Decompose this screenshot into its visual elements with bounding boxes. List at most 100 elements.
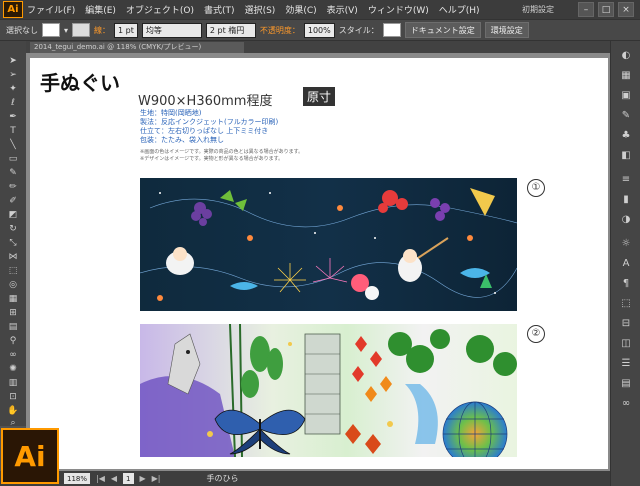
last-artboard-icon[interactable]: ▶| <box>152 474 161 483</box>
eyedropper-tool-icon[interactable]: ⚲ <box>6 335 20 347</box>
note-line: ※デザインはイメージです。実物と形が異なる場合があります。 <box>140 156 284 162</box>
eraser-tool-icon[interactable]: ◩ <box>6 209 20 221</box>
scale-tool-icon[interactable]: ⤡ <box>6 237 20 249</box>
line-tool-icon[interactable]: ╲ <box>6 139 20 151</box>
gradient-tool-icon[interactable]: ▤ <box>6 321 20 333</box>
tenugui-design-1-image[interactable] <box>140 178 517 311</box>
menu-type[interactable]: 書式(T) <box>204 3 235 16</box>
stroke-weight-select[interactable]: 1 pt <box>114 22 138 38</box>
symbols-icon[interactable]: ♣ <box>619 129 633 143</box>
first-artboard-icon[interactable]: |◀ <box>96 474 105 483</box>
rotate-tool-icon[interactable]: ↻ <box>6 223 20 235</box>
blend-tool-icon[interactable]: ∞ <box>6 349 20 361</box>
brushes-icon[interactable]: ✎ <box>619 109 633 123</box>
page-title: 手ぬぐい <box>40 71 120 95</box>
selection-status: 選択なし <box>6 25 38 35</box>
type-tool-icon[interactable]: T <box>6 125 20 137</box>
rectangle-tool-icon[interactable]: ▭ <box>6 153 20 165</box>
design-number-badge: ① <box>527 179 545 197</box>
opacity-input[interactable]: 100% <box>303 22 335 38</box>
chevron-down-icon[interactable]: ▾ <box>64 26 68 35</box>
size-text: W900×H360mm程度 <box>138 94 273 109</box>
close-icon[interactable]: × <box>618 2 634 17</box>
menu-window[interactable]: ウィンドウ(W) <box>368 3 429 16</box>
menu-edit[interactable]: 編集(E) <box>85 3 116 16</box>
tools-panel: ➤ ➢ ✦ ℓ ✒ T ╲ ▭ ✎ ✏ ✐ ◩ ↻ ⤡ ⋈ ⬚ ◎ ▦ ⊞ ▤ … <box>0 41 27 428</box>
preferences-button[interactable]: 環境設定 <box>484 22 529 38</box>
maximize-icon[interactable]: □ <box>598 2 614 17</box>
menu-view[interactable]: 表示(V) <box>327 3 358 16</box>
free-transform-icon[interactable]: ⬚ <box>6 265 20 277</box>
document-tab[interactable]: 2014_tegui_demo.ai @ 118% (CMYK/プレビュー) <box>30 42 244 53</box>
menu-bar: Ai ファイル(F) 編集(E) オブジェクト(O) 書式(T) 選択(S) 効… <box>0 0 640 19</box>
transparency-icon[interactable]: ◑ <box>619 213 633 227</box>
window-controls: 初期設定 – □ × <box>522 2 634 17</box>
color-panel-icon[interactable]: ◐ <box>619 49 633 63</box>
status-bar: 118% |◀ ◀ 1 ▶ ▶| 手のひら <box>0 471 610 486</box>
selection-tool-icon[interactable]: ➤ <box>6 55 20 67</box>
style-swatch[interactable] <box>382 23 401 37</box>
swatches-icon[interactable]: ▣ <box>619 89 633 103</box>
zoom-select[interactable]: 118% <box>64 473 91 484</box>
next-artboard-icon[interactable]: ▶ <box>140 474 146 483</box>
menu-object[interactable]: オブジェクト(O) <box>126 3 194 16</box>
current-tool-status: 手のひら <box>206 474 239 483</box>
menu-effect[interactable]: 効果(C) <box>285 3 316 16</box>
spec-line: 包装：たたみ、袋入れ無し <box>140 136 224 144</box>
pathfinder-icon[interactable]: ◫ <box>619 337 633 351</box>
artboards-icon[interactable]: ▤ <box>619 377 633 391</box>
shape-builder-icon[interactable]: ◎ <box>6 279 20 291</box>
note-line: ※画面の色はイメージです。実際の商品の色とは異なる場合があります。 <box>140 149 304 155</box>
layers-icon[interactable]: ☰ <box>619 357 633 371</box>
perspective-grid-icon[interactable]: ▦ <box>6 293 20 305</box>
document-settings-button[interactable]: ドキュメント設定 <box>404 22 481 38</box>
variable-width-select[interactable]: 均等 <box>141 22 202 38</box>
document-tab-bar: 2014_tegui_demo.ai @ 118% (CMYK/プレビュー) <box>26 41 610 53</box>
lasso-tool-icon[interactable]: ℓ <box>6 97 20 109</box>
brush-select[interactable]: 2 pt 楕円 <box>205 22 256 38</box>
menu-file[interactable]: ファイル(F) <box>27 3 75 16</box>
mesh-tool-icon[interactable]: ⊞ <box>6 307 20 319</box>
hand-tool-icon[interactable]: ✋ <box>6 405 20 417</box>
artboard-tool-icon[interactable]: ⊡ <box>6 391 20 403</box>
stroke-label[interactable]: 線： <box>94 25 110 36</box>
illustrator-logo-icon: Ai <box>3 1 23 18</box>
artboard-number-input[interactable]: 1 <box>123 473 134 484</box>
stroke-swatch[interactable] <box>72 23 91 37</box>
fill-swatch[interactable] <box>42 23 60 37</box>
width-tool-icon[interactable]: ⋈ <box>6 251 20 263</box>
symbol-sprayer-icon[interactable]: ✺ <box>6 363 20 375</box>
magic-wand-icon[interactable]: ✦ <box>6 83 20 95</box>
appearance-icon[interactable]: ☼ <box>619 237 633 251</box>
artboard[interactable]: 手ぬぐい W900×H360mm程度 原寸 生地：特岡(岡晒地) 製法：反応イン… <box>30 58 608 469</box>
direct-selection-tool-icon[interactable]: ➢ <box>6 69 20 81</box>
workspace-switcher[interactable]: 初期設定 <box>522 4 554 15</box>
paintbrush-tool-icon[interactable]: ✎ <box>6 167 20 179</box>
minimize-icon[interactable]: – <box>578 2 594 17</box>
character-icon[interactable]: A <box>619 257 633 271</box>
control-panel: 選択なし ▾ 線： 1 pt 均等 2 pt 楕円 不透明度： 100% スタイ… <box>0 19 640 41</box>
menu-help[interactable]: ヘルプ(H) <box>439 3 480 16</box>
transform-icon[interactable]: ⬚ <box>619 297 633 311</box>
panel-dock: ◐ ▦ ▣ ✎ ♣ ◧ ≡ ▮ ◑ ☼ A ¶ ⬚ ⊟ ◫ ☰ ▤ ∞ <box>610 41 640 486</box>
design-number-badge: ② <box>527 325 545 343</box>
paragraph-icon[interactable]: ¶ <box>619 277 633 291</box>
color-guide-icon[interactable]: ▦ <box>619 69 633 83</box>
menu-select[interactable]: 選択(S) <box>245 3 276 16</box>
size-badge: 原寸 <box>303 87 336 106</box>
pen-tool-icon[interactable]: ✒ <box>6 111 20 123</box>
links-icon[interactable]: ∞ <box>619 397 633 411</box>
gradient-panel-icon[interactable]: ▮ <box>619 193 633 207</box>
main-menu: ファイル(F) 編集(E) オブジェクト(O) 書式(T) 選択(S) 効果(C… <box>27 3 480 16</box>
style-label: スタイル： <box>338 25 379 35</box>
illustrator-logo-large-icon: Ai <box>1 428 59 484</box>
prev-artboard-icon[interactable]: ◀ <box>111 474 117 483</box>
stroke-panel-icon[interactable]: ≡ <box>619 173 633 187</box>
graphic-styles-icon[interactable]: ◧ <box>619 149 633 163</box>
pencil-tool-icon[interactable]: ✏ <box>6 181 20 193</box>
blob-brush-icon[interactable]: ✐ <box>6 195 20 207</box>
graph-tool-icon[interactable]: ▥ <box>6 377 20 389</box>
opacity-label[interactable]: 不透明度： <box>260 25 300 36</box>
align-icon[interactable]: ⊟ <box>619 317 633 331</box>
tenugui-design-2-image[interactable] <box>140 324 517 457</box>
